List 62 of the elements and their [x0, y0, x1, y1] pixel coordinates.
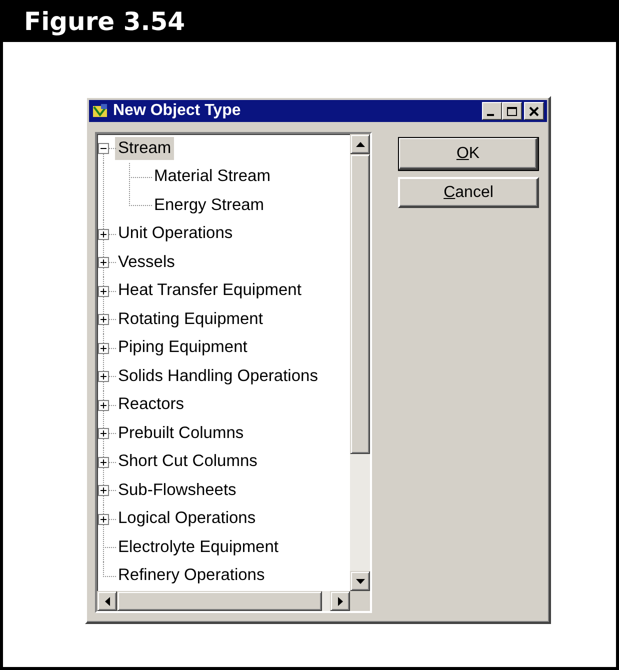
scrollbar-corner	[350, 591, 370, 611]
tree-line	[102, 419, 116, 448]
scroll-left-button[interactable]	[97, 591, 117, 611]
right-arrow-icon	[338, 596, 342, 606]
tree-line	[102, 248, 116, 276]
minus-icon[interactable]	[98, 143, 109, 154]
plus-icon[interactable]	[98, 257, 109, 268]
plus-icon[interactable]	[98, 371, 109, 382]
tree-line	[102, 448, 116, 476]
dialog-button[interactable]: OK	[398, 137, 539, 171]
up-arrow-icon	[356, 142, 364, 146]
tree-item[interactable]: Heat Transfer Equipment	[115, 279, 304, 302]
window-title: New Object Type	[113, 102, 242, 120]
tree-item[interactable]: Reactors	[115, 393, 188, 416]
plus-icon[interactable]	[98, 400, 109, 410]
close-button[interactable]	[524, 102, 544, 120]
tree-item[interactable]: Refinery Operations	[115, 564, 268, 588]
tree-item[interactable]: Stream	[115, 136, 174, 160]
figure-caption: Figure 3.54	[24, 6, 186, 36]
tree-item[interactable]: Short Cut Columns	[115, 450, 260, 474]
maximize-button[interactable]	[502, 102, 522, 120]
tree-line	[102, 476, 116, 504]
scroll-up-button[interactable]	[350, 134, 370, 154]
tree-item[interactable]: Energy Stream	[151, 194, 268, 217]
tree-line	[102, 362, 116, 390]
plus-icon[interactable]	[98, 314, 109, 325]
tree-item[interactable]: Rotating Equipment	[115, 308, 266, 331]
tree-item[interactable]: Logical Operations	[115, 507, 259, 530]
vertical-scrollbar[interactable]	[350, 134, 370, 591]
plus-icon[interactable]	[98, 485, 109, 496]
tree-line	[102, 276, 116, 305]
tree-item[interactable]: Unit Operations	[115, 222, 236, 246]
tree-item[interactable]: Vessels	[115, 250, 178, 274]
scrollbar-thumb[interactable]	[350, 154, 370, 454]
minimize-button[interactable]	[482, 102, 502, 120]
horizontal-scrollbar[interactable]	[97, 591, 350, 611]
tree-line	[102, 504, 116, 533]
scroll-right-button[interactable]	[330, 591, 350, 611]
plus-icon[interactable]	[98, 342, 109, 354]
plus-icon[interactable]	[98, 228, 109, 240]
maximize-icon	[506, 106, 518, 116]
scroll-down-button[interactable]	[350, 571, 370, 591]
down-arrow-icon	[356, 578, 364, 584]
tree-line	[102, 305, 116, 334]
tree-item[interactable]: Sub-Flowsheets	[115, 478, 240, 502]
left-arrow-icon	[104, 596, 110, 606]
tree-item[interactable]: Solids Handling Operations	[115, 364, 321, 388]
tree-item[interactable]: Piping Equipment	[115, 336, 250, 360]
tree-item[interactable]: Prebuilt Columns	[115, 422, 247, 445]
scrollbar-thumb[interactable]	[117, 591, 322, 611]
tree-line	[102, 390, 116, 419]
plus-icon[interactable]	[98, 428, 109, 439]
plus-icon[interactable]	[98, 456, 109, 468]
dialog-button[interactable]: Cancel	[398, 177, 539, 208]
minimize-icon	[487, 114, 494, 116]
plus-icon[interactable]	[98, 514, 109, 524]
plus-icon[interactable]	[98, 286, 109, 296]
tree-item[interactable]: Electrolyte Equipment	[115, 536, 282, 559]
tree-line	[102, 334, 116, 362]
tree-item[interactable]: Material Stream	[151, 165, 274, 188]
close-icon	[528, 106, 540, 116]
app-icon	[92, 103, 109, 119]
